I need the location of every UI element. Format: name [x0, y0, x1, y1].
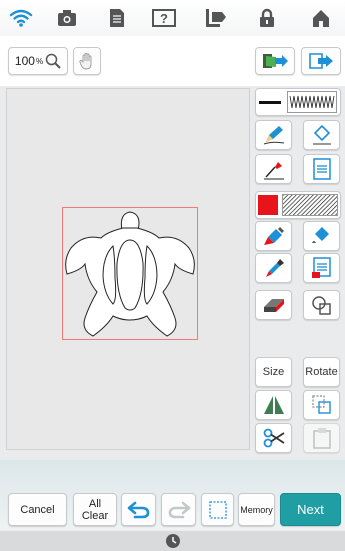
duplicate-button[interactable]	[303, 390, 340, 420]
export-button[interactable]	[301, 47, 341, 75]
redo-button[interactable]	[161, 493, 196, 526]
drawing-canvas[interactable]	[6, 88, 250, 450]
fill-type-selector[interactable]	[255, 191, 341, 219]
wifi-icon[interactable]	[8, 6, 34, 30]
list-icon	[312, 158, 331, 180]
next-button[interactable]: Next	[280, 493, 341, 526]
system-status-bar	[0, 531, 345, 551]
pen-tool-button[interactable]	[255, 120, 292, 150]
duplicate-icon	[311, 395, 331, 414]
scissors-icon	[263, 428, 284, 448]
brush-icon	[263, 227, 284, 245]
bucket-icon	[311, 227, 329, 243]
line-color-picker-button[interactable]	[255, 154, 292, 184]
dropper-fill-icon	[265, 259, 284, 277]
camera-icon[interactable]	[54, 6, 80, 30]
redo-icon	[168, 501, 190, 518]
line-type-selector[interactable]	[255, 88, 341, 116]
line-zigzag-sample	[287, 91, 337, 113]
lock-icon[interactable]	[254, 6, 280, 30]
magnifier-icon	[45, 53, 61, 69]
help-icon[interactable]: ?	[151, 6, 177, 30]
fill-color-picker-button[interactable]	[255, 253, 292, 283]
clock-icon	[166, 534, 180, 548]
fill-pattern-sample	[282, 194, 338, 216]
toolbar: 100%	[0, 36, 345, 86]
import-icon	[263, 54, 288, 68]
export-icon	[309, 53, 333, 69]
line-property-list-button[interactable]	[303, 154, 340, 184]
selection-frame[interactable]	[62, 207, 198, 340]
cut-button[interactable]	[255, 423, 292, 453]
dropper-icon	[263, 162, 284, 180]
shape-tool-button[interactable]	[303, 290, 340, 320]
undo-icon	[127, 501, 149, 518]
all-clear-line1: All	[88, 497, 102, 510]
all-clear-button[interactable]: All Clear	[73, 493, 117, 526]
size-button[interactable]: Size	[255, 357, 292, 387]
fill-brush-button[interactable]	[255, 221, 292, 251]
fill-property-list-button[interactable]	[303, 253, 340, 283]
document-icon[interactable]	[104, 6, 130, 30]
zoom-value: 100	[14, 54, 35, 68]
import-button[interactable]	[255, 47, 295, 75]
shapes-icon	[311, 296, 331, 315]
line-solid-sample	[259, 100, 281, 104]
hand-icon	[79, 53, 92, 70]
home-icon[interactable]	[308, 6, 334, 30]
flip-icon	[263, 396, 284, 414]
svg-text:?: ?	[160, 11, 168, 26]
select-area-icon	[208, 500, 227, 519]
paste-button[interactable]	[303, 423, 340, 453]
status-bar: ?	[0, 0, 345, 36]
all-clear-line2: Clear	[81, 509, 109, 522]
list-fill-icon	[311, 257, 331, 278]
fill-color-swatch	[258, 195, 278, 215]
turtle-outline	[65, 211, 195, 337]
fill-bucket-button[interactable]	[303, 221, 340, 251]
rotate-button[interactable]: Rotate	[303, 357, 340, 387]
pencil-icon	[263, 126, 284, 145]
select-area-button[interactable]	[201, 493, 234, 526]
zoom-button[interactable]: 100%	[8, 47, 68, 75]
bucket-outline-icon	[312, 124, 331, 145]
cancel-button[interactable]: Cancel	[8, 493, 67, 526]
eraser-button[interactable]	[255, 290, 292, 320]
import-export-icon[interactable]	[203, 6, 229, 30]
line-fill-button[interactable]	[303, 120, 340, 150]
eraser-icon	[263, 299, 284, 312]
undo-button[interactable]	[121, 493, 156, 526]
flip-button[interactable]	[255, 390, 292, 420]
clipboard-icon	[312, 428, 331, 449]
hand-pan-button[interactable]	[73, 47, 101, 75]
zoom-unit: %	[35, 56, 44, 66]
memory-button[interactable]: Memory	[238, 493, 275, 526]
